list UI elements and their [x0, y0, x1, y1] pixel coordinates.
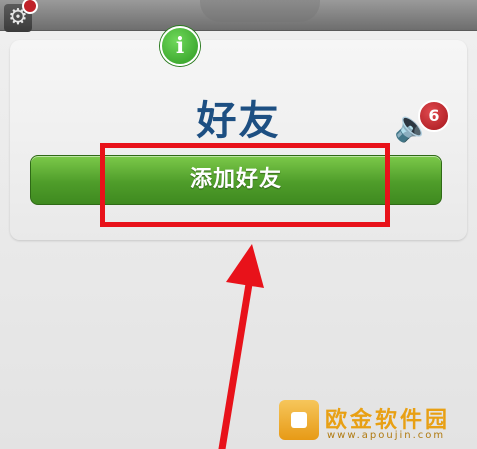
pointer-arrow	[218, 244, 264, 449]
watermark-logo-icon	[279, 400, 319, 440]
watermark-url: www.apoujin.com	[327, 430, 446, 441]
watermark: 欧金软件园 www.apoujin.com	[275, 400, 475, 446]
